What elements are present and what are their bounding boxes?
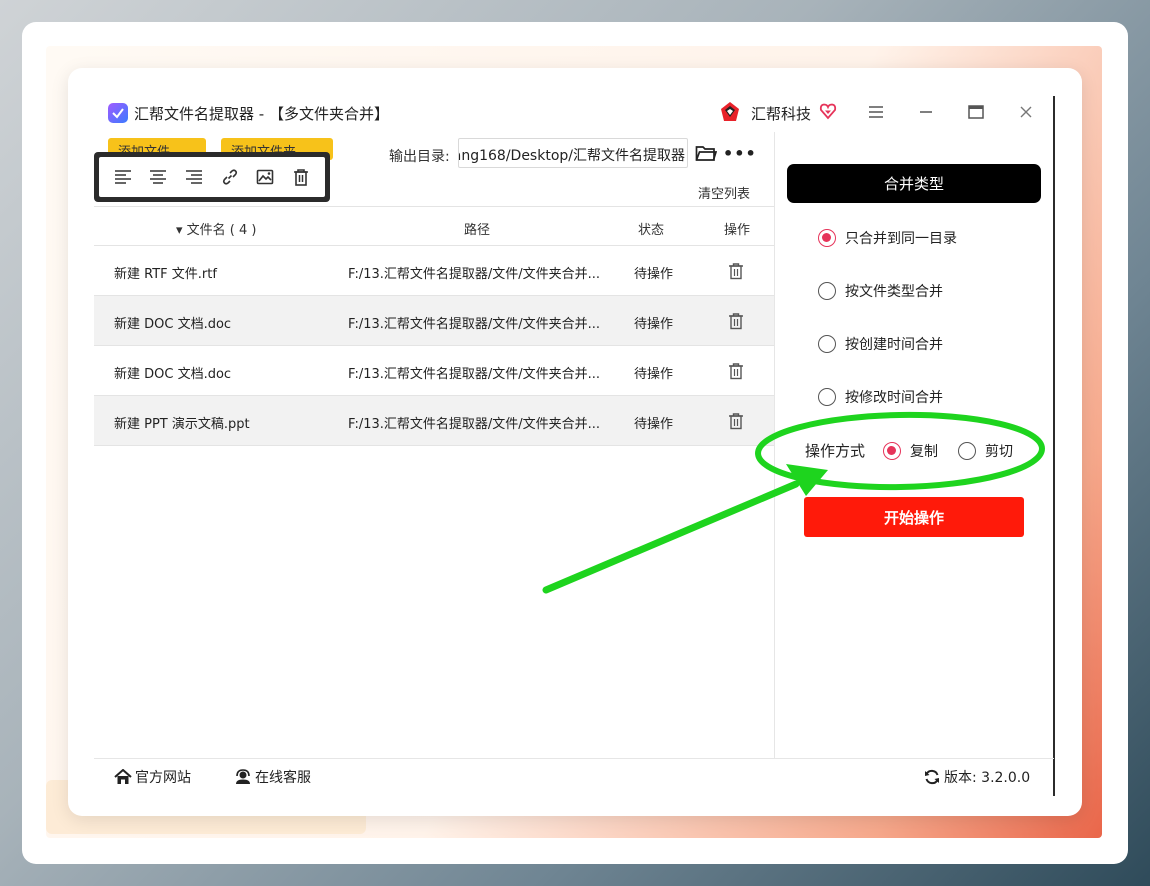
row-filename: 新建 DOC 文档.doc (114, 367, 232, 382)
website-label: 官方网站 (135, 770, 191, 786)
output-dir-input[interactable]: C:/Users/zhang168/Desktop/汇帮文件名提取器 (458, 138, 688, 168)
operation-mode-row: 操作方式 复制 剪切 (805, 440, 1033, 461)
row-path: F:/13.汇帮文件名提取器/文件/文件夹合并... (348, 317, 601, 332)
folder-icon[interactable] (695, 144, 717, 162)
website-link[interactable]: 官方网站 (114, 767, 191, 787)
delete-icon[interactable] (288, 164, 314, 190)
window-border-right (1053, 96, 1055, 796)
row-filename: 新建 PPT 演示文稿.ppt (114, 417, 250, 432)
link-icon[interactable] (217, 164, 243, 190)
op-copy-option[interactable]: 复制 (883, 441, 938, 461)
merge-option-by-modified[interactable]: 按修改时间合并 (818, 387, 943, 407)
close-icon[interactable] (1016, 102, 1036, 122)
op-cut-label: 剪切 (985, 443, 1014, 460)
radio[interactable] (818, 388, 836, 406)
merge-option-label: 按文件类型合并 (845, 284, 943, 300)
output-dir-label: 输出目录: (389, 149, 450, 165)
table-row[interactable]: 新建 DOC 文档.doc F:/13.汇帮文件名提取器/文件/文件夹合并...… (94, 296, 774, 346)
merge-option-same-dir[interactable]: 只合并到同一目录 (818, 228, 957, 248)
home-icon (114, 769, 132, 784)
row-filename: 新建 RTF 文件.rtf (114, 267, 217, 282)
version-info: 版本: 3.2.0.0 (924, 767, 1030, 787)
trash-icon[interactable] (728, 312, 744, 330)
row-path: F:/13.汇帮文件名提取器/文件/文件夹合并... (348, 367, 601, 382)
support-link[interactable]: 在线客服 (234, 767, 311, 787)
operation-mode-label: 操作方式 (805, 442, 866, 460)
trash-icon[interactable] (728, 412, 744, 430)
merge-option-label: 按修改时间合并 (845, 390, 943, 406)
output-dir-value: C:/Users/zhang168/Desktop/汇帮文件名提取器 (459, 148, 685, 164)
minimize-icon[interactable] (916, 102, 936, 122)
brand-name: 汇帮科技 (751, 105, 812, 123)
file-table: ▾ 文件名 ( 4 ) 路径 状态 操作 新建 RTF 文件.rtf F:/13… (94, 206, 774, 446)
more-options-icon[interactable]: ••• (723, 144, 757, 163)
header-path: 路径 (464, 223, 491, 238)
menu-icon[interactable] (866, 102, 886, 122)
support-label: 在线客服 (255, 770, 311, 786)
version-label: 版本: 3.2.0.0 (944, 770, 1031, 786)
table-row[interactable]: 新建 RTF 文件.rtf F:/13.汇帮文件名提取器/文件/文件夹合并...… (94, 246, 774, 296)
annotation-arrow-head (786, 464, 828, 496)
table-row[interactable]: 新建 PPT 演示文稿.ppt F:/13.汇帮文件名提取器/文件/文件夹合并.… (94, 396, 774, 446)
clear-list-button[interactable]: 清空列表 (698, 183, 750, 202)
op-copy-label: 复制 (910, 443, 939, 460)
op-cut-option[interactable]: 剪切 (958, 441, 1013, 461)
align-left-icon[interactable] (110, 164, 136, 190)
table-row[interactable]: 新建 DOC 文档.doc F:/13.汇帮文件名提取器/文件/文件夹合并...… (94, 346, 774, 396)
merge-option-by-created[interactable]: 按创建时间合并 (818, 334, 943, 354)
trash-icon[interactable] (728, 262, 744, 280)
radio-selected[interactable] (818, 229, 836, 247)
merge-option-label: 按创建时间合并 (845, 337, 943, 353)
radio[interactable] (818, 282, 836, 300)
heart-icon[interactable] (819, 102, 837, 120)
header-status: 状态 (638, 223, 665, 238)
footer-divider (94, 758, 1054, 759)
app-window: 汇帮文件名提取器 - 【多文件夹合并】 汇帮科技 添加文件 添加文件夹 (68, 68, 1082, 816)
align-center-icon[interactable] (145, 164, 171, 190)
radio[interactable] (958, 441, 977, 460)
header-filename[interactable]: ▾ 文件名 ( 4 ) (176, 219, 256, 238)
row-status: 待操作 (634, 317, 674, 332)
image-icon[interactable] (252, 164, 278, 190)
headset-icon (236, 769, 250, 784)
merge-option-by-type[interactable]: 按文件类型合并 (818, 281, 943, 301)
refresh-icon[interactable] (924, 769, 940, 785)
row-status: 待操作 (634, 267, 674, 282)
app-title: 汇帮文件名提取器 - 【多文件夹合并】 (134, 105, 389, 123)
radio[interactable] (818, 335, 836, 353)
row-status: 待操作 (634, 417, 674, 432)
align-right-icon[interactable] (181, 164, 207, 190)
table-header: ▾ 文件名 ( 4 ) 路径 状态 操作 (94, 206, 774, 246)
trash-icon[interactable] (728, 362, 744, 380)
header-action: 操作 (724, 223, 751, 238)
row-filename: 新建 DOC 文档.doc (114, 317, 232, 332)
merge-type-header: 合并类型 (787, 164, 1041, 203)
radio-selected[interactable] (883, 441, 902, 460)
merge-option-label: 只合并到同一目录 (845, 231, 957, 247)
panel-divider (774, 132, 775, 758)
start-button[interactable]: 开始操作 (804, 497, 1024, 537)
app-logo-icon (108, 103, 128, 123)
annotation-arrow-shaft (542, 480, 800, 594)
row-path: F:/13.汇帮文件名提取器/文件/文件夹合并... (348, 267, 601, 282)
brand-logo-icon (721, 102, 739, 121)
title-bar: 汇帮文件名提取器 - 【多文件夹合并】 汇帮科技 (68, 68, 1082, 132)
row-path: F:/13.汇帮文件名提取器/文件/文件夹合并... (348, 417, 601, 432)
maximize-icon[interactable] (966, 102, 986, 122)
format-toolbar (94, 152, 330, 202)
row-status: 待操作 (634, 367, 674, 382)
